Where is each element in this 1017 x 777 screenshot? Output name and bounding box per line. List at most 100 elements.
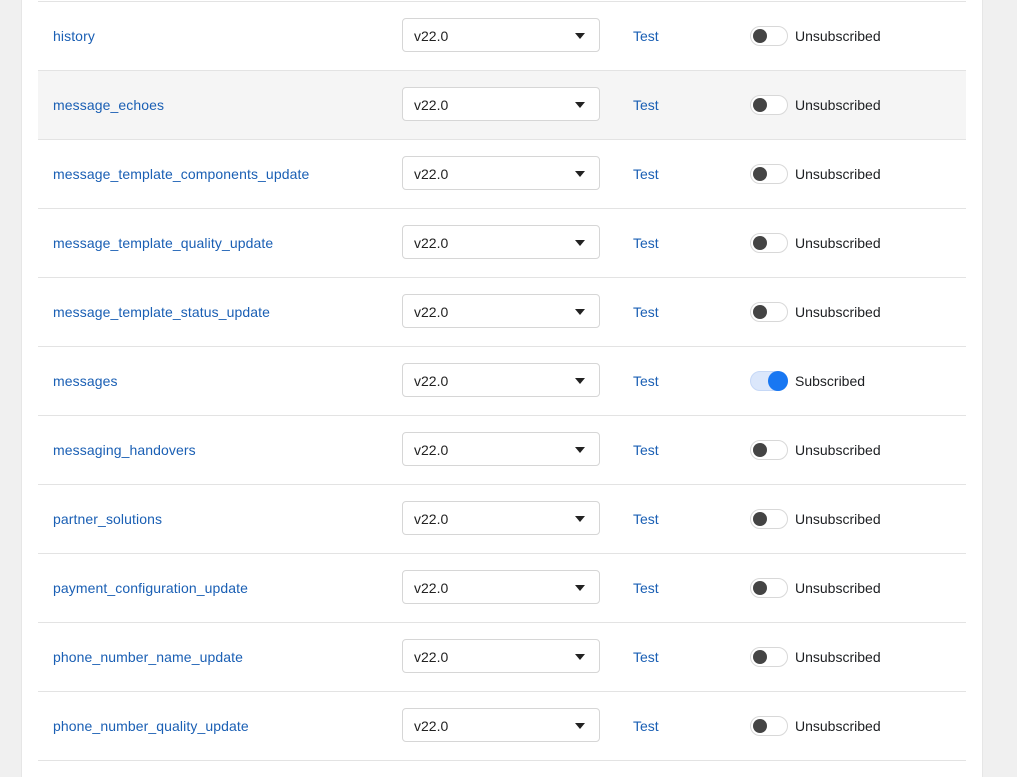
caret-down-icon (575, 378, 585, 384)
subscribe-toggle[interactable] (750, 164, 788, 184)
version-select[interactable]: v22.0 (402, 708, 600, 742)
subscription-status: Unsubscribed (795, 511, 881, 527)
subscription-status: Subscribed (795, 373, 866, 389)
version-value: v22.0 (414, 580, 449, 596)
subscription-status: Unsubscribed (795, 97, 881, 113)
caret-down-icon (575, 102, 585, 108)
test-link[interactable]: Test (633, 718, 659, 734)
subscribe-toggle[interactable] (750, 578, 788, 598)
table-row: phone_number_name_update v22.0 Test Unsubsc… (38, 623, 966, 692)
version-select[interactable]: v22.0 (402, 87, 600, 121)
table-row: history v22.0 Test Unsubscribed (38, 2, 966, 71)
field-name-link[interactable]: message_template_status_update (53, 304, 270, 320)
table-row: messages v22.0 Test Subscribed (38, 347, 966, 416)
subscribe-toggle[interactable] (750, 440, 788, 460)
version-value: v22.0 (414, 235, 449, 251)
subscription-status: Unsubscribed (795, 442, 881, 458)
version-select[interactable]: v22.0 (402, 156, 600, 190)
test-link[interactable]: Test (633, 373, 659, 389)
test-link[interactable]: Test (633, 28, 659, 44)
toggle-knob (753, 305, 767, 319)
subscribe-toggle[interactable] (750, 302, 788, 322)
toggle-knob (753, 443, 767, 457)
version-value: v22.0 (414, 97, 449, 113)
version-value: v22.0 (414, 373, 449, 389)
table-row: message_template_quality_update v22.0 Test… (38, 209, 966, 278)
caret-down-icon (575, 33, 585, 39)
version-select[interactable]: v22.0 (402, 639, 600, 673)
caret-down-icon (575, 309, 585, 315)
version-value: v22.0 (414, 511, 449, 527)
table-row: payment_configuration_update v22.0 Test Uns… (38, 554, 966, 623)
caret-down-icon (575, 447, 585, 453)
test-link[interactable]: Test (633, 235, 659, 251)
test-link[interactable]: Test (633, 580, 659, 596)
caret-down-icon (575, 516, 585, 522)
test-link[interactable]: Test (633, 511, 659, 527)
test-link[interactable]: Test (633, 442, 659, 458)
version-select[interactable]: v22.0 (402, 225, 600, 259)
subscribe-toggle[interactable] (750, 509, 788, 529)
test-link[interactable]: Test (633, 649, 659, 665)
toggle-knob (753, 719, 767, 733)
subscribe-toggle[interactable] (750, 26, 788, 46)
field-name-link[interactable]: history (53, 28, 95, 44)
toggle-knob (768, 371, 788, 391)
toggle-knob (753, 236, 767, 250)
subscription-status: Unsubscribed (795, 580, 881, 596)
caret-down-icon (575, 654, 585, 660)
subscribe-toggle[interactable] (750, 233, 788, 253)
version-select[interactable]: v22.0 (402, 570, 600, 604)
version-select[interactable]: v22.0 (402, 18, 600, 52)
table-row: message_template_components_update v22.0 T… (38, 140, 966, 209)
version-value: v22.0 (414, 28, 449, 44)
test-link[interactable]: Test (633, 304, 659, 320)
field-name-link[interactable]: message_echoes (53, 97, 164, 113)
subscription-status: Unsubscribed (795, 304, 881, 320)
caret-down-icon (575, 723, 585, 729)
caret-down-icon (575, 171, 585, 177)
subscription-status: Unsubscribed (795, 649, 881, 665)
table-row: message_echoes v22.0 Test Unsubscribed (38, 71, 966, 140)
version-select[interactable]: v22.0 (402, 501, 600, 535)
caret-down-icon (575, 240, 585, 246)
version-value: v22.0 (414, 718, 449, 734)
subscribe-toggle[interactable] (750, 95, 788, 115)
field-name-link[interactable]: payment_configuration_update (53, 580, 248, 596)
subscription-status: Unsubscribed (795, 28, 881, 44)
field-name-link[interactable]: phone_number_quality_update (53, 718, 249, 734)
toggle-knob (753, 167, 767, 181)
test-link[interactable]: Test (633, 166, 659, 182)
toggle-knob (753, 98, 767, 112)
field-name-link[interactable]: phone_number_name_update (53, 649, 243, 665)
table-row: message_template_status_update v22.0 Test U… (38, 278, 966, 347)
subscription-status: Unsubscribed (795, 718, 881, 734)
table-row: messaging_handovers v22.0 Test Unsubscribed (38, 416, 966, 485)
subscription-status: Unsubscribed (795, 235, 881, 251)
field-name-link[interactable]: message_template_components_update (53, 166, 309, 182)
toggle-knob (753, 29, 767, 43)
subscription-status: Unsubscribed (795, 166, 881, 182)
field-name-link[interactable]: messaging_handovers (53, 442, 196, 458)
subscribe-toggle[interactable] (750, 371, 788, 391)
test-link[interactable]: Test (633, 97, 659, 113)
webhook-fields-card: history v22.0 Test Unsubscribed message_echo… (22, 0, 982, 777)
table-row: partner_solutions v22.0 Test Unsubscribed (38, 485, 966, 554)
caret-down-icon (575, 585, 585, 591)
version-value: v22.0 (414, 304, 449, 320)
version-select[interactable]: v22.0 (402, 294, 600, 328)
toggle-knob (753, 581, 767, 595)
version-value: v22.0 (414, 649, 449, 665)
field-name-link[interactable]: messages (53, 373, 118, 389)
version-select[interactable]: v22.0 (402, 432, 600, 466)
field-name-link[interactable]: partner_solutions (53, 511, 162, 527)
subscribe-toggle[interactable] (750, 716, 788, 736)
webhook-fields-table: history v22.0 Test Unsubscribed message_echo… (38, 1, 966, 761)
field-name-link[interactable]: message_template_quality_update (53, 235, 273, 251)
version-select[interactable]: v22.0 (402, 363, 600, 397)
version-value: v22.0 (414, 166, 449, 182)
toggle-knob (753, 650, 767, 664)
subscribe-toggle[interactable] (750, 647, 788, 667)
toggle-knob (753, 512, 767, 526)
version-value: v22.0 (414, 442, 449, 458)
